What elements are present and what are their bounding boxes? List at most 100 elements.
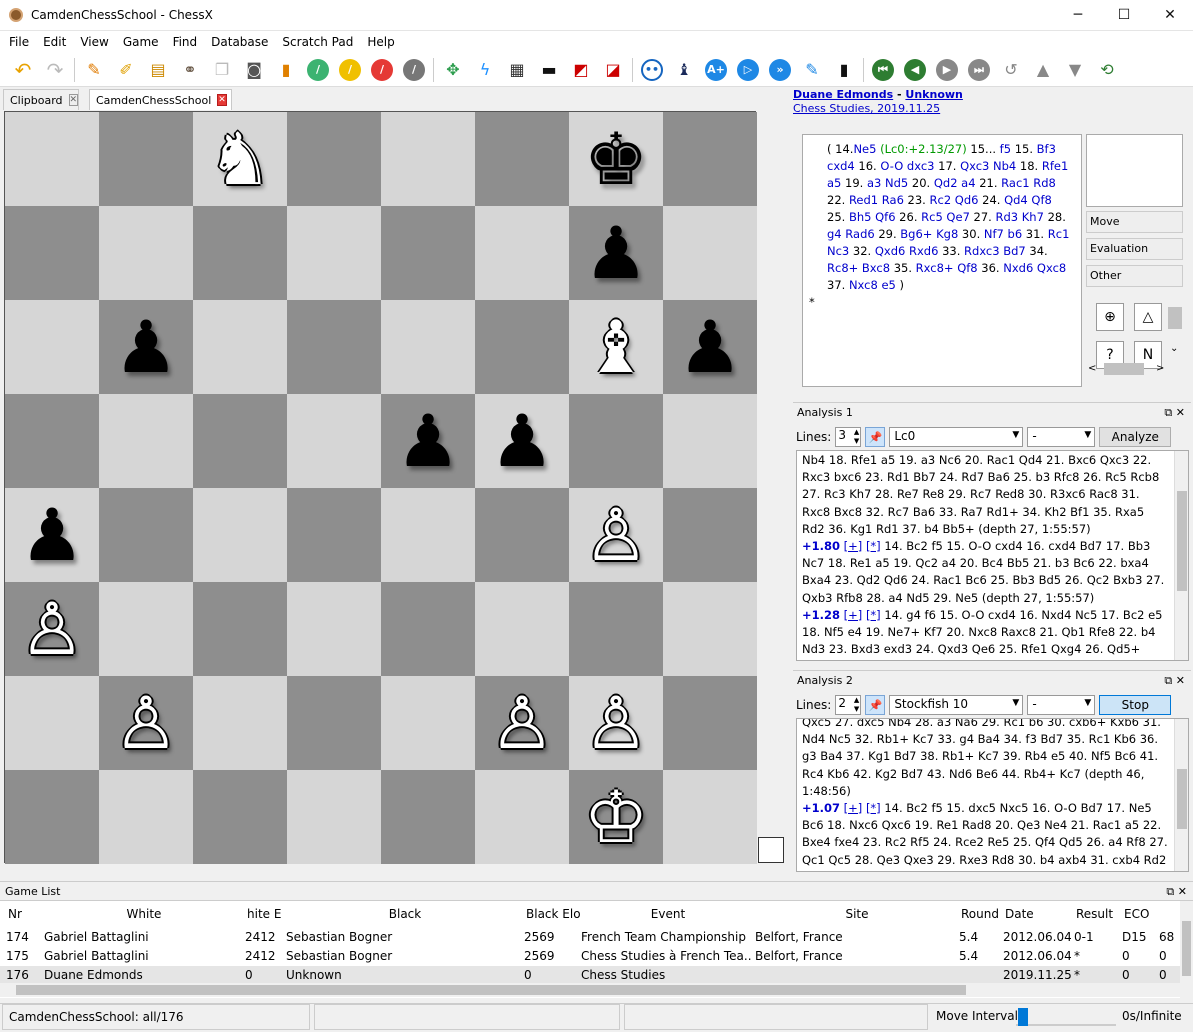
analysis-icon[interactable]: A+	[703, 57, 729, 83]
game-list-vscrollbar[interactable]	[1180, 901, 1193, 999]
game-list-table[interactable]: Nr White hite E Black Black Elo Event Site Roun…	[0, 900, 1193, 999]
square-a4[interactable]: ♟	[5, 488, 99, 582]
square-h1[interactable]	[663, 770, 757, 864]
analysis2-scrollbar[interactable]	[1174, 719, 1188, 871]
move-token[interactable]: Rxd6	[905, 244, 938, 258]
move-token[interactable]: Rd8	[1030, 176, 1056, 190]
pin-icon[interactable]: 📌	[865, 695, 886, 715]
black-piece[interactable]: ♟	[490, 405, 555, 477]
square-c3[interactable]	[193, 582, 287, 676]
tab-camdenchessschool[interactable]: CamdenChessSchool ✕	[89, 89, 232, 110]
black-piece[interactable]: ♟	[20, 499, 85, 571]
move-interval-slider[interactable]	[1016, 1008, 1116, 1026]
chess-board[interactable]: ♞ ♚ ♟ ♟ ♝ ♟ ♟ ♟ ♟ ♙ ♙ ♙ ♙ ♙ ♔	[4, 111, 757, 864]
move-token[interactable]: Qxc3	[956, 159, 989, 173]
square-d2[interactable]	[287, 676, 381, 770]
annotation-tab-evaluation[interactable]: Evaluation	[1086, 238, 1183, 260]
engine-icon[interactable]: ♝	[671, 57, 697, 83]
square-b4[interactable]	[99, 488, 193, 582]
scroll-right-icon[interactable]: >	[1156, 363, 1164, 374]
black-player-link[interactable]: Unknown	[905, 88, 962, 101]
refresh-icon[interactable]: ⟲	[1094, 57, 1120, 83]
analysis1-scrollbar[interactable]	[1174, 451, 1188, 660]
stop-button[interactable]: Stop	[1099, 695, 1172, 715]
move-token[interactable]: Bg6+	[897, 227, 932, 241]
move-token[interactable]: Ne5	[853, 142, 876, 156]
engine-select[interactable]: Stockfish 10 ▼	[889, 695, 1024, 715]
pin-icon[interactable]: 📌	[865, 427, 886, 447]
square-e4[interactable]	[381, 488, 475, 582]
chess-square-icon[interactable]: ◩	[568, 57, 594, 83]
column-header[interactable]: Site	[757, 905, 957, 924]
close-button[interactable]: ✕	[1147, 0, 1193, 30]
square-h2[interactable]	[663, 676, 757, 770]
black-piece[interactable]: ♟	[678, 311, 743, 383]
binoculars-icon[interactable]: ⚭	[177, 57, 203, 83]
move-token[interactable]: Rc1	[1044, 227, 1070, 241]
move-token[interactable]: Rc8+	[827, 261, 858, 275]
notes-icon[interactable]: ▤	[145, 57, 171, 83]
move-token[interactable]: a3	[863, 176, 881, 190]
square-b2[interactable]: ♙	[99, 676, 193, 770]
edit-doc-icon[interactable]: ✐	[113, 57, 139, 83]
square-c5[interactable]	[193, 394, 287, 488]
back-icon[interactable]: ◀	[902, 57, 928, 83]
square-b3[interactable]	[99, 582, 193, 676]
move-token[interactable]: Kh7	[1018, 210, 1044, 224]
flash-icon[interactable]: ϟ	[472, 57, 498, 83]
square-f5[interactable]: ♟	[475, 394, 569, 488]
book-icon[interactable]: ▮	[273, 57, 299, 83]
move-token[interactable]: Nc3	[827, 244, 849, 258]
square-h8[interactable]	[663, 112, 757, 206]
move-token[interactable]: Rfe1	[1038, 159, 1068, 173]
square-c8[interactable]: ♞	[193, 112, 287, 206]
move-token[interactable]: Qxc8	[1033, 261, 1066, 275]
square-c1[interactable]	[193, 770, 287, 864]
annotation-tab-move[interactable]: Move	[1086, 211, 1183, 233]
white-piece[interactable]: ♙	[584, 687, 649, 759]
square-c4[interactable]	[193, 488, 287, 582]
column-header[interactable]: Nr	[8, 905, 42, 924]
white-piece[interactable]: ♙	[20, 593, 85, 665]
move-token[interactable]: Nf7	[980, 227, 1004, 241]
grid-icon[interactable]: ✥	[440, 57, 466, 83]
column-header[interactable]: Black Elo	[526, 905, 581, 924]
white-piece[interactable]: ♙	[584, 499, 649, 571]
column-header[interactable]: hite E	[247, 905, 287, 924]
column-header[interactable]: ECO	[1124, 905, 1159, 924]
square-h5[interactable]	[663, 394, 757, 488]
square-f1[interactable]	[475, 770, 569, 864]
square-h7[interactable]	[663, 206, 757, 300]
move-token[interactable]: Rxc8+	[912, 261, 954, 275]
undo-icon[interactable]: ↶	[10, 57, 36, 83]
green-circle-icon[interactable]: /	[305, 57, 331, 83]
square-g4[interactable]: ♙	[569, 488, 663, 582]
black-piece[interactable]: ♟	[396, 405, 461, 477]
move-token[interactable]: Nd5	[881, 176, 908, 190]
move-token[interactable]: Red1	[845, 193, 878, 207]
move-token[interactable]: Nxd6	[1000, 261, 1033, 275]
expand-link[interactable]: [+]	[844, 539, 863, 553]
panel-controls-icon[interactable]: ⧉ ✕	[1166, 885, 1187, 899]
move-token[interactable]: Rdxc3	[960, 244, 1000, 258]
square-a3[interactable]: ♙	[5, 582, 99, 676]
move-token[interactable]: e5	[878, 278, 895, 292]
move-token[interactable]: Ra6	[878, 193, 904, 207]
forward-icon[interactable]: ▶	[934, 57, 960, 83]
square-h6[interactable]: ♟	[663, 300, 757, 394]
move-token[interactable]: f5	[996, 142, 1011, 156]
analyze-button[interactable]: Analyze	[1099, 427, 1172, 447]
down-icon[interactable]: ▼	[1062, 57, 1088, 83]
move-token[interactable]: cxd4	[827, 159, 855, 173]
play-icon[interactable]: ▷	[735, 57, 761, 83]
settings-icon[interactable]: ••	[639, 57, 665, 83]
tab-clipboard[interactable]: Clipboard ✕	[3, 89, 79, 110]
square-c6[interactable]	[193, 300, 287, 394]
up-icon[interactable]: ▲	[1030, 57, 1056, 83]
square-b1[interactable]	[99, 770, 193, 864]
mode-select[interactable]: - ▼	[1027, 695, 1096, 715]
square-b5[interactable]	[99, 394, 193, 488]
black-piece[interactable]: ♚	[584, 123, 649, 195]
camera-icon[interactable]: ◙	[241, 57, 267, 83]
red-circle-icon[interactable]: /	[369, 57, 395, 83]
